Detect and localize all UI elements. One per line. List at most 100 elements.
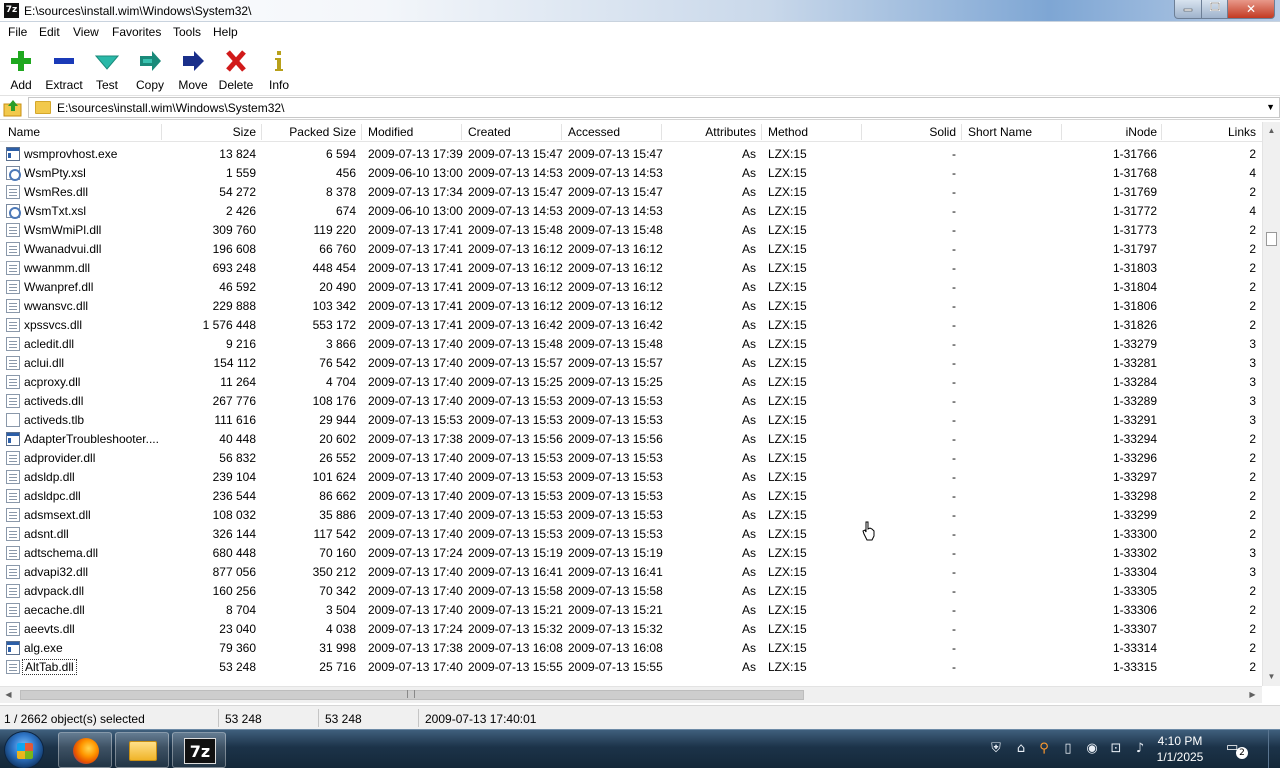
scroll-right-icon[interactable]: ▶: [1244, 687, 1261, 703]
show-desktop-button[interactable]: [1268, 730, 1280, 768]
file-row[interactable]: adsldpc.dll 236 544 86 662 2009-07-13 17:40…: [0, 487, 1262, 506]
column-size[interactable]: Size: [200, 125, 256, 139]
column-divider[interactable]: [261, 124, 262, 140]
search-icon[interactable]: ⚲: [1036, 741, 1052, 757]
camera-icon[interactable]: ◉: [1084, 741, 1100, 757]
start-button[interactable]: [4, 731, 44, 768]
network-share-icon[interactable]: ⌂: [1013, 741, 1029, 757]
battery-icon[interactable]: ▯: [1060, 741, 1076, 757]
file-row[interactable]: acledit.dll 9 216 3 866 2009-07-13 17:40 200…: [0, 335, 1262, 354]
menu-file[interactable]: File: [8, 25, 27, 39]
file-row[interactable]: WsmPty.xsl 1 559 456 2009-06-10 13:00 2009-0…: [0, 164, 1262, 183]
close-button[interactable]: ✕: [1227, 0, 1275, 19]
column-divider[interactable]: [761, 124, 762, 140]
maximize-icon: [1209, 2, 1220, 11]
column-modified[interactable]: Modified: [368, 125, 413, 139]
firefox-icon: [73, 738, 99, 764]
column-divider[interactable]: [1161, 124, 1162, 140]
column-divider[interactable]: [161, 124, 162, 140]
file-row[interactable]: Wwanadvui.dll 196 608 66 760 2009-07-13 17:…: [0, 240, 1262, 259]
menu-help[interactable]: Help: [213, 25, 238, 39]
column-links[interactable]: Links: [1200, 125, 1256, 139]
vertical-scroll-thumb[interactable]: [1266, 232, 1277, 246]
column-divider[interactable]: [361, 124, 362, 140]
menu-favorites[interactable]: Favorites: [112, 25, 161, 39]
column-divider[interactable]: [861, 124, 862, 140]
network-icon[interactable]: ⊡: [1108, 741, 1124, 757]
file-row[interactable]: advapi32.dll 877 056 350 212 2009-07-13 17:…: [0, 563, 1262, 582]
notification-button[interactable]: ▭ 2: [1226, 740, 1248, 759]
column-divider[interactable]: [1061, 124, 1062, 140]
file-links: 4: [1249, 166, 1256, 180]
file-row[interactable]: advpack.dll 160 256 70 342 2009-07-13 17:40…: [0, 582, 1262, 601]
horizontal-scrollbar[interactable]: ◀ ▶: [0, 686, 1262, 703]
taskbar-firefox[interactable]: [58, 732, 112, 768]
plus-icon: [11, 51, 31, 71]
file-row[interactable]: aeevts.dll 23 040 4 038 2009-07-13 17:24 200…: [0, 620, 1262, 639]
file-row[interactable]: activeds.dll 267 776 108 176 2009-07-13 17:…: [0, 392, 1262, 411]
file-links: 3: [1249, 375, 1256, 389]
column-divider[interactable]: [461, 124, 462, 140]
column-packed-size[interactable]: Packed Size: [270, 125, 356, 139]
chevron-down-icon[interactable]: ▼: [1266, 102, 1275, 112]
file-row[interactable]: AltTab.dll 53 248 25 716 2009-07-13 17:40 20…: [0, 658, 1262, 677]
menu-tools[interactable]: Tools: [173, 25, 201, 39]
arrow-right-icon: [183, 51, 204, 71]
maximize-button[interactable]: [1201, 0, 1228, 19]
taskbar-7zip[interactable]: 7z: [172, 732, 226, 768]
file-row[interactable]: acproxy.dll 11 264 4 704 2009-07-13 17:40 20…: [0, 373, 1262, 392]
column-divider[interactable]: [961, 124, 962, 140]
vertical-scrollbar[interactable]: ▲ ▼: [1262, 122, 1280, 686]
file-row[interactable]: wwanmm.dll 693 248 448 454 2009-07-13 17:41…: [0, 259, 1262, 278]
file-row[interactable]: AdapterTroubleshooter.... 40 448 20 602 200…: [0, 430, 1262, 449]
address-bar: E:\sources\install.wim\Windows\System32\…: [0, 96, 1280, 120]
file-row[interactable]: adsldp.dll 239 104 101 624 2009-07-13 17:40…: [0, 468, 1262, 487]
column-short-name[interactable]: Short Name: [968, 125, 1032, 139]
file-row[interactable]: WsmTxt.xsl 2 426 674 2009-06-10 13:00 2009-0…: [0, 202, 1262, 221]
address-field[interactable]: E:\sources\install.wim\Windows\System32\…: [28, 97, 1280, 118]
file-row[interactable]: xpssvcs.dll 1 576 448 553 172 2009-07-13 17…: [0, 316, 1262, 335]
file-row[interactable]: aclui.dll 154 112 76 542 2009-07-13 17:40 20…: [0, 354, 1262, 373]
file-row[interactable]: activeds.tlb 111 616 29 944 2009-07-13 15:5…: [0, 411, 1262, 430]
file-row[interactable]: WsmWmiPl.dll 309 760 119 220 2009-07-13 17:…: [0, 221, 1262, 240]
file-row[interactable]: wsmprovhost.exe 13 824 6 594 2009-07-13 17:…: [0, 145, 1262, 164]
file-row[interactable]: Wwanpref.dll 46 592 20 490 2009-07-13 17:41…: [0, 278, 1262, 297]
file-links: 2: [1249, 299, 1256, 313]
file-row[interactable]: adsmsext.dll 108 032 35 886 2009-07-13 17:4…: [0, 506, 1262, 525]
taskbar-explorer[interactable]: [115, 732, 169, 768]
scroll-up-icon[interactable]: ▲: [1263, 122, 1280, 139]
volume-muted-icon[interactable]: ♪: [1132, 741, 1148, 757]
column-header-row: Name Size Packed Size Modified Created A…: [0, 122, 1262, 142]
column-divider[interactable]: [661, 124, 662, 140]
shield-icon[interactable]: ⛨: [988, 741, 1004, 757]
column-solid[interactable]: Solid: [900, 125, 956, 139]
menu-edit[interactable]: Edit: [39, 25, 60, 39]
column-inode[interactable]: iNode: [1100, 125, 1157, 139]
file-row[interactable]: adtschema.dll 680 448 70 160 2009-07-13 17:…: [0, 544, 1262, 563]
file-row[interactable]: wwansvc.dll 229 888 103 342 2009-07-13 17:4…: [0, 297, 1262, 316]
file-row[interactable]: adsnt.dll 326 144 117 542 2009-07-13 17:40 2…: [0, 525, 1262, 544]
column-method[interactable]: Method: [768, 125, 808, 139]
x-icon: [226, 50, 246, 72]
column-created[interactable]: Created: [468, 125, 511, 139]
menu-bar: File Edit View Favorites Tools Help: [0, 22, 1280, 42]
info-button[interactable]: Info: [257, 46, 301, 92]
clock[interactable]: 4:10 PM 1/1/2025: [1150, 733, 1210, 765]
up-folder-icon[interactable]: [3, 99, 23, 117]
file-row[interactable]: alg.exe 79 360 31 998 2009-07-13 17:38 2009-…: [0, 639, 1262, 658]
file-row[interactable]: adprovider.dll 56 832 26 552 2009-07-13 17:…: [0, 449, 1262, 468]
column-attributes[interactable]: Attributes: [680, 125, 756, 139]
scroll-left-icon[interactable]: ◀: [0, 687, 17, 703]
scroll-down-icon[interactable]: ▼: [1263, 668, 1280, 685]
file-row[interactable]: WsmRes.dll 54 272 8 378 2009-07-13 17:34 200…: [0, 183, 1262, 202]
close-icon: ✕: [1245, 2, 1257, 16]
column-accessed[interactable]: Accessed: [568, 125, 620, 139]
window-title: E:\sources\install.wim\Windows\System32\: [24, 4, 252, 18]
file-row[interactable]: aecache.dll 8 704 3 504 2009-07-13 17:40 200…: [0, 601, 1262, 620]
status-size: 53 248: [225, 712, 262, 726]
minimize-button[interactable]: [1174, 0, 1202, 19]
file-list[interactable]: wsmprovhost.exe 13 824 6 594 2009-07-13 17:…: [0, 145, 1262, 687]
column-name[interactable]: Name: [8, 125, 40, 139]
column-divider[interactable]: [561, 124, 562, 140]
menu-view[interactable]: View: [73, 25, 99, 39]
